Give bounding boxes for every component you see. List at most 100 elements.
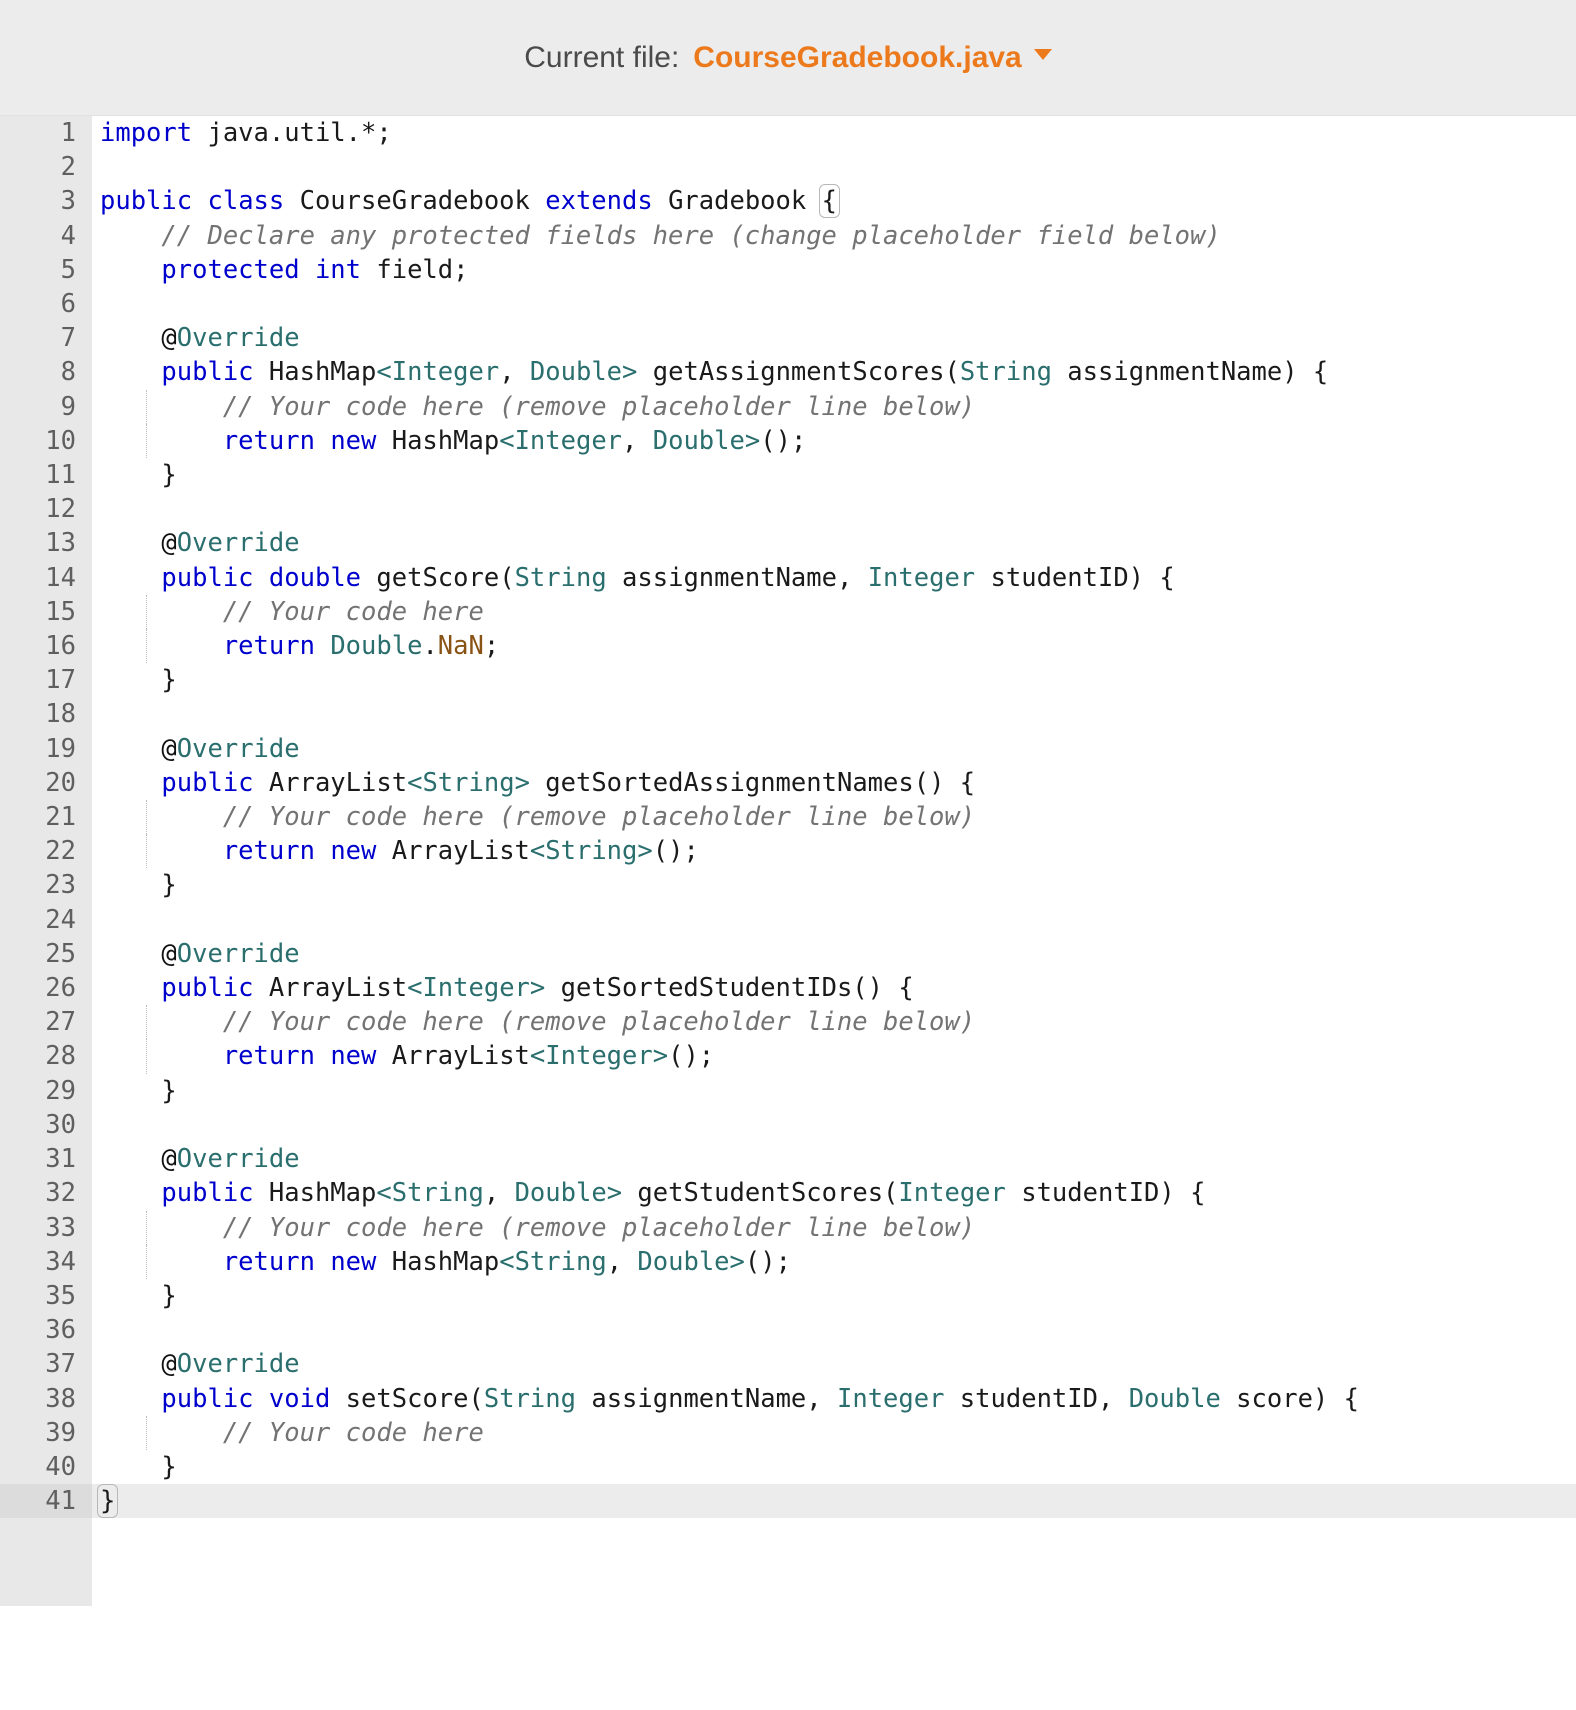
code-line[interactable]: 18: [0, 697, 1576, 732]
code-line-content[interactable]: public double getScore(String assignment…: [92, 561, 1576, 595]
code-line[interactable]: 8 public HashMap<Integer, Double> getAss…: [0, 355, 1576, 390]
code-line-content[interactable]: [92, 1313, 1576, 1347]
code-line[interactable]: 9 // Your code here (remove placeholder …: [0, 389, 1576, 424]
code-line[interactable]: 16 return Double.NaN;: [0, 629, 1576, 664]
gutter-filler: [0, 1518, 92, 1607]
file-selector-dropdown[interactable]: CourseGradebook.java: [693, 41, 1052, 75]
code-line-content[interactable]: }: [92, 663, 1576, 697]
code-token: Integer: [391, 357, 500, 388]
code-line-content[interactable]: return new HashMap<String, Double>();: [92, 1244, 1576, 1279]
line-number: 3: [0, 184, 92, 219]
code-line[interactable]: 10 return new HashMap<Integer, Double>()…: [0, 423, 1576, 459]
code-line[interactable]: 30: [0, 1107, 1576, 1143]
code-line-content[interactable]: [92, 903, 1576, 937]
code-line-content[interactable]: }: [92, 868, 1576, 902]
code-line-content[interactable]: return new ArrayList<Integer>();: [92, 1039, 1576, 1074]
code-line-content[interactable]: return Double.NaN;: [92, 629, 1576, 664]
code-line[interactable]: 34 return new HashMap<String, Double>();: [0, 1244, 1576, 1279]
code-line-content[interactable]: // Your code here (remove placeholder li…: [92, 800, 1576, 835]
code-line[interactable]: 24: [0, 902, 1576, 937]
code-token: studentID) {: [975, 562, 1175, 593]
code-line[interactable]: 2: [0, 150, 1576, 185]
code-line-content[interactable]: public ArrayList<Integer> getSortedStude…: [92, 971, 1576, 1005]
code-line-content[interactable]: // Your code here: [92, 594, 1576, 630]
code-line-content[interactable]: @Override: [92, 1142, 1576, 1176]
code-line-content[interactable]: @Override: [92, 937, 1576, 971]
code-area-filler: [92, 1518, 1576, 1607]
code-line[interactable]: 5 protected int field;: [0, 252, 1576, 288]
code-editor[interactable]: 1 import java.util.*; 2 3 public class Cour…: [0, 116, 1576, 1607]
code-line[interactable]: 11 }: [0, 458, 1576, 493]
code-line-content[interactable]: [92, 287, 1576, 321]
code-token: ();: [744, 1246, 791, 1277]
chevron-down-icon[interactable]: [1033, 49, 1052, 60]
code-token: Double: [652, 425, 745, 456]
code-line-content[interactable]: protected int field;: [92, 253, 1576, 287]
code-token: Double: [1128, 1383, 1221, 1414]
code-line[interactable]: 1 import java.util.*;: [0, 116, 1576, 151]
code-line[interactable]: 27 // Your code here (remove placeholder…: [0, 1005, 1576, 1040]
code-line-content[interactable]: // Your code here: [92, 1415, 1576, 1450]
code-line[interactable]: 39 // Your code here: [0, 1415, 1576, 1450]
code-line[interactable]: 36: [0, 1313, 1576, 1348]
code-line[interactable]: 38 public void setScore(String assignmen…: [0, 1381, 1576, 1416]
code-line[interactable]: 21 // Your code here (remove placeholder…: [0, 800, 1576, 835]
code-line-content[interactable]: // Your code here (remove placeholder li…: [92, 389, 1576, 424]
code-line-content[interactable]: }: [92, 458, 1576, 492]
code-line[interactable]: 12: [0, 492, 1576, 527]
code-line-content[interactable]: // Your code here (remove placeholder li…: [92, 1005, 1576, 1040]
code-line[interactable]: 22 return new ArrayList<String>();: [0, 834, 1576, 869]
code-line-content[interactable]: // Declare any protected fields here (ch…: [92, 219, 1576, 253]
code-line-content[interactable]: @Override: [92, 1347, 1576, 1381]
code-line[interactable]: 17 }: [0, 663, 1576, 698]
code-line[interactable]: 15 // Your code here: [0, 594, 1576, 630]
code-line-content[interactable]: @Override: [92, 321, 1576, 355]
code-line[interactable]: 41}: [0, 1484, 1576, 1519]
current-file-name[interactable]: CourseGradebook.java: [693, 41, 1021, 75]
code-line[interactable]: 33 // Your code here (remove placeholder…: [0, 1210, 1576, 1245]
code-line[interactable]: 3 public class CourseGradebook extends Gr…: [0, 184, 1576, 219]
code-line[interactable]: 35 }: [0, 1278, 1576, 1314]
code-line-content[interactable]: public HashMap<String, Double> getStuden…: [92, 1176, 1576, 1210]
code-line[interactable]: 20 public ArrayList<String> getSortedAss…: [0, 765, 1576, 801]
code-line-content[interactable]: public class CourseGradebook extends Gra…: [92, 184, 1576, 219]
code-line[interactable]: 31 @Override: [0, 1142, 1576, 1177]
code-line[interactable]: 6: [0, 287, 1576, 322]
line-number: 32: [0, 1176, 92, 1211]
code-line[interactable]: 40 }: [0, 1449, 1576, 1485]
code-line-content[interactable]: [92, 150, 1576, 184]
code-line[interactable]: 14 public double getScore(String assignm…: [0, 560, 1576, 595]
code-line[interactable]: 32 public HashMap<String, Double> getStu…: [0, 1176, 1576, 1211]
code-line-content[interactable]: public ArrayList<String> getSortedAssign…: [92, 766, 1576, 800]
code-line-content[interactable]: }: [92, 1279, 1576, 1313]
code-line[interactable]: 28 return new ArrayList<Integer>();: [0, 1039, 1576, 1074]
code-line-content[interactable]: [92, 492, 1576, 526]
code-line-content[interactable]: @Override: [92, 732, 1576, 766]
code-token: public: [161, 562, 254, 593]
code-line[interactable]: 19 @Override: [0, 731, 1576, 766]
line-number: 18: [0, 697, 92, 732]
code-line-content[interactable]: [92, 697, 1576, 731]
code-line-content[interactable]: }: [92, 1074, 1576, 1108]
code-line-content[interactable]: public void setScore(String assignmentNa…: [92, 1382, 1576, 1416]
code-line[interactable]: 37 @Override: [0, 1347, 1576, 1382]
code-line-content[interactable]: // Your code here (remove placeholder li…: [92, 1210, 1576, 1245]
code-line[interactable]: 4 // Declare any protected fields here (…: [0, 218, 1576, 253]
code-line[interactable]: 26 public ArrayList<Integer> getSortedSt…: [0, 971, 1576, 1006]
code-line-content[interactable]: @Override: [92, 526, 1576, 560]
code-line[interactable]: 13 @Override: [0, 526, 1576, 561]
code-line-content[interactable]: import java.util.*;: [92, 116, 1576, 150]
code-line-content[interactable]: return new HashMap<Integer, Double>();: [92, 423, 1576, 459]
code-line-content[interactable]: public HashMap<Integer, Double> getAssig…: [92, 355, 1576, 389]
code-line-content[interactable]: }: [92, 1484, 1576, 1519]
code-line-content[interactable]: [92, 1108, 1576, 1142]
code-line[interactable]: 25 @Override: [0, 936, 1576, 972]
code-line[interactable]: 23 }: [0, 868, 1576, 903]
code-line[interactable]: 29 }: [0, 1073, 1576, 1108]
code-line-content[interactable]: }: [92, 1450, 1576, 1484]
code-token: Double: [514, 1178, 607, 1209]
code-line[interactable]: 7 @Override: [0, 321, 1576, 356]
code-line-content[interactable]: return new ArrayList<String>();: [92, 834, 1576, 869]
